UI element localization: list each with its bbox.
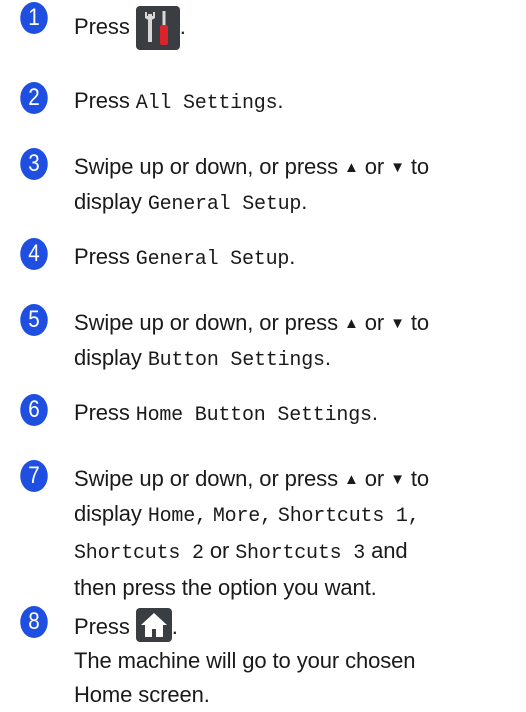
tools-icon: [135, 6, 180, 50]
home-icon: [135, 608, 172, 642]
step-text: Swipe up or down, or press ▲ or ▼ to dis…: [74, 462, 526, 605]
step-text: Press .: [74, 6, 526, 50]
step-line: Shortcuts 2 or Shortcuts 3 and: [74, 538, 408, 565]
step-number: 8: [20, 606, 48, 638]
step-number: 5: [20, 304, 48, 336]
step-line: Swipe up or down, or press ▲ or ▼ to: [74, 310, 430, 335]
step-number: 2: [20, 82, 48, 114]
up-arrow-icon: ▲: [344, 159, 359, 176]
menu-option-button-settings: Button Settings: [147, 349, 325, 372]
menu-option-all-settings: All Settings: [135, 92, 278, 115]
step-line: display Button Settings.: [74, 345, 331, 372]
step-line: then press the option you want.: [74, 575, 377, 600]
step-number: 3: [20, 148, 48, 180]
menu-option-shortcuts-2: Shortcuts 2: [74, 542, 204, 565]
step-text: Press General Setup.: [74, 244, 296, 271]
menu-option-shortcuts-3: Shortcuts 3: [235, 542, 366, 565]
step-number: 1: [20, 2, 48, 34]
step-text: Press Home Button Settings.: [74, 400, 378, 427]
step-suffix: .: [179, 14, 186, 39]
step-result: The machine will go to your chosen Home …: [74, 648, 416, 707]
step-verb: Press: [74, 88, 130, 113]
step-line: display Home, More, Shortcuts 1,: [74, 501, 420, 528]
step-verb: Press: [74, 14, 130, 39]
down-arrow-icon: ▼: [390, 315, 405, 332]
step-number: 7: [20, 460, 48, 492]
step-line: Swipe up or down, or press ▲ or ▼ to: [74, 466, 430, 491]
step-text: Press . The machine will go to your chos…: [74, 608, 526, 712]
step-line: display General Setup.: [74, 189, 308, 216]
down-arrow-icon: ▼: [390, 159, 405, 176]
step-text: Swipe up or down, or press ▲ or ▼ to dis…: [74, 150, 526, 222]
step-number: 4: [20, 238, 48, 270]
menu-option-general-setup: General Setup: [135, 248, 290, 271]
step-suffix: .: [277, 88, 284, 113]
step-number: 6: [20, 394, 48, 426]
menu-option-shortcuts-1: Shortcuts 1: [277, 505, 408, 528]
step-text: Swipe up or down, or press ▲ or ▼ to dis…: [74, 306, 526, 378]
menu-option-more: More: [212, 505, 261, 528]
up-arrow-icon: ▲: [344, 471, 359, 488]
step-text: Press All Settings.: [74, 84, 526, 121]
step-line: Swipe up or down, or press ▲ or ▼ to: [74, 154, 430, 179]
menu-option-home: Home: [147, 505, 196, 528]
step-line: Press .: [74, 608, 526, 644]
menu-option-home-button-settings: Home Button Settings: [135, 404, 372, 427]
down-arrow-icon: ▼: [390, 471, 405, 488]
up-arrow-icon: ▲: [344, 315, 359, 332]
menu-option-general-setup: General Setup: [147, 193, 302, 216]
